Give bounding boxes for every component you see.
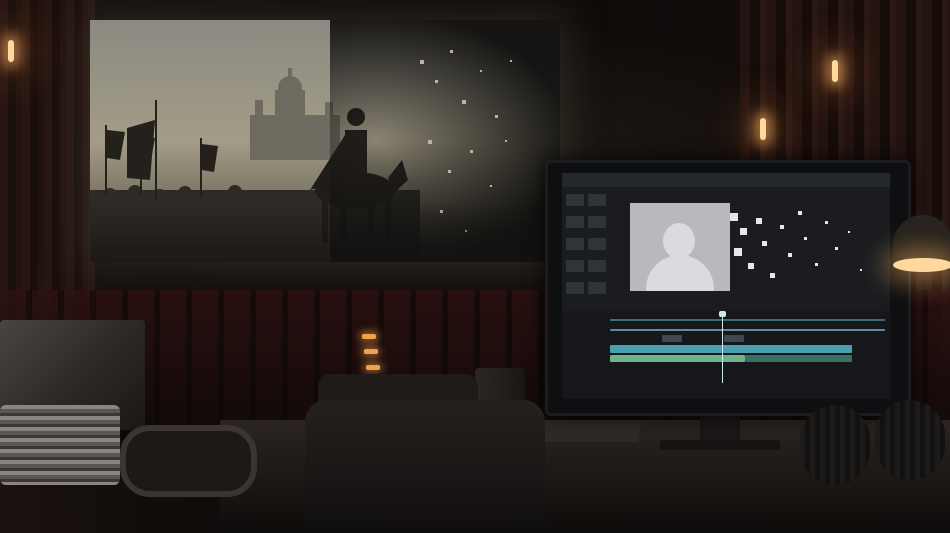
media-thumbnail[interactable] xyxy=(566,282,584,294)
headphones xyxy=(800,405,870,485)
timeline-clip[interactable] xyxy=(745,355,852,362)
screen-bottom-fade xyxy=(90,202,560,262)
video-preview-window xyxy=(630,203,730,291)
timeline-ruler xyxy=(610,319,885,321)
editing-suite-scene xyxy=(0,0,950,533)
editor-timeline[interactable] xyxy=(562,311,890,399)
timeline-clip[interactable] xyxy=(610,345,852,353)
media-thumbnail[interactable] xyxy=(566,260,584,272)
person-silhouette-body xyxy=(646,255,714,291)
pixel-dissolve-effect xyxy=(730,203,880,293)
timeline-track[interactable] xyxy=(610,329,885,331)
editor-titlebar xyxy=(562,173,890,187)
aisle-step-light xyxy=(366,365,380,370)
media-bin-panel xyxy=(564,191,614,311)
timeline-clip[interactable] xyxy=(662,335,682,342)
media-thumbnail[interactable] xyxy=(588,260,606,272)
playhead[interactable] xyxy=(722,313,723,383)
left-curtain xyxy=(0,0,95,330)
timeline-clip[interactable] xyxy=(724,335,744,342)
media-thumbnail[interactable] xyxy=(588,194,606,206)
media-thumbnail[interactable] xyxy=(566,238,584,250)
media-thumbnail[interactable] xyxy=(566,194,584,206)
video-editor-ui xyxy=(562,173,890,399)
timeline-clip[interactable] xyxy=(610,355,745,362)
wall-sconce-light xyxy=(8,40,14,62)
film-reel-canisters xyxy=(0,405,120,485)
monitor-base xyxy=(660,440,780,450)
office-chair xyxy=(305,400,545,533)
cinema-screen xyxy=(90,20,560,262)
aisle-step-light xyxy=(364,349,378,354)
headphones xyxy=(875,400,945,480)
wall-sconce-light xyxy=(832,60,838,82)
media-thumbnail[interactable] xyxy=(588,282,606,294)
media-thumbnail[interactable] xyxy=(588,216,606,228)
wall-sconce-light xyxy=(760,118,766,140)
film-strip-reel xyxy=(120,425,257,497)
person-silhouette-head xyxy=(663,223,695,259)
aisle-step-light xyxy=(362,334,376,339)
media-thumbnail[interactable] xyxy=(588,238,606,250)
lamp-glow xyxy=(893,258,950,272)
media-thumbnail[interactable] xyxy=(566,216,584,228)
editing-monitor xyxy=(545,160,911,416)
